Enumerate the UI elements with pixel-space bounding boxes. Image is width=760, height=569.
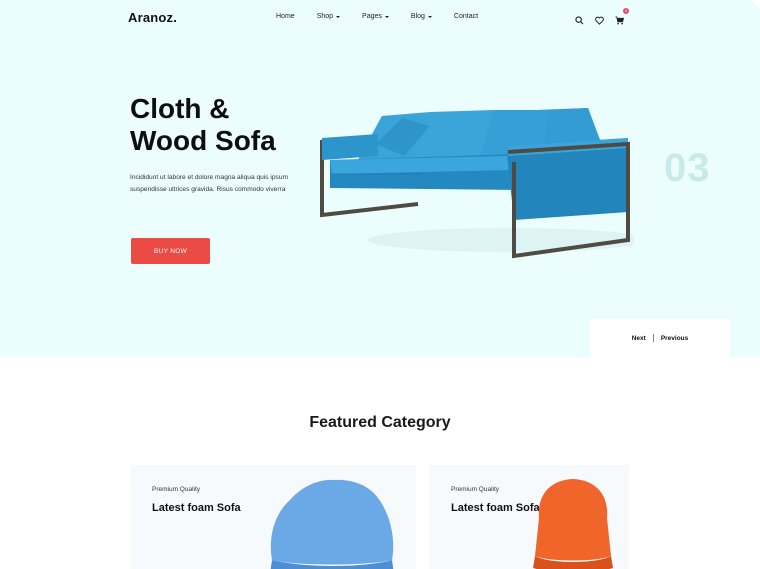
nav-item-blog[interactable]: Blog	[411, 13, 432, 20]
card-subtitle: Premium Quality	[152, 486, 201, 493]
hero-title: Cloth & Wood Sofa	[130, 93, 330, 157]
caret-down-icon	[427, 15, 432, 18]
card-subtitle: Premium Quality	[451, 486, 500, 493]
main-nav: Home Shop Pages Blog Contact	[276, 13, 500, 20]
nav-item-home[interactable]: Home	[276, 13, 295, 20]
nav-item-label: Contact	[453, 13, 479, 20]
cart-count-badge: 0	[623, 8, 629, 14]
sofa-image	[320, 108, 634, 259]
category-card[interactable]: Premium Quality Latest foam Sofa	[429, 465, 629, 569]
section-title: Featured Category	[309, 414, 451, 431]
brand-logo[interactable]: Aranoz.	[128, 10, 177, 25]
nav-item-label: Home	[276, 13, 295, 20]
heart-icon[interactable]	[595, 12, 605, 25]
previous-button[interactable]: Previous	[661, 335, 688, 342]
blue-chair-image	[270, 479, 394, 569]
cart-icon[interactable]: 0	[615, 8, 629, 25]
slider-pager: Next Previous	[590, 319, 730, 357]
category-card[interactable]: Premium Quality Latest foam Sofa	[130, 465, 416, 569]
nav-item-label: Shop	[316, 13, 334, 20]
hero-title-line: Wood Sofa	[130, 125, 276, 156]
next-button[interactable]: Next	[632, 335, 646, 342]
header-icons: 0	[575, 8, 635, 25]
buy-now-button[interactable]: BUY NOW	[131, 238, 210, 264]
pager-divider	[652, 334, 654, 342]
caret-down-icon	[384, 15, 389, 18]
hero-title-line: Cloth &	[130, 93, 230, 124]
slide-number: 03	[664, 146, 711, 190]
orange-chair-image	[533, 479, 613, 569]
card-title: Latest foam Sofa	[152, 502, 241, 514]
caret-down-icon	[336, 15, 341, 18]
nav-item-shop[interactable]: Shop	[316, 13, 341, 20]
nav-item-label: Blog	[410, 13, 425, 20]
nav-item-pages[interactable]: Pages	[362, 13, 389, 20]
search-icon[interactable]	[575, 12, 585, 25]
nav-item-contact[interactable]: Contact	[454, 13, 478, 20]
hero-description: Incididunt ut labore et dolore magna ali…	[130, 174, 288, 193]
nav-item-label: Pages	[362, 13, 382, 20]
